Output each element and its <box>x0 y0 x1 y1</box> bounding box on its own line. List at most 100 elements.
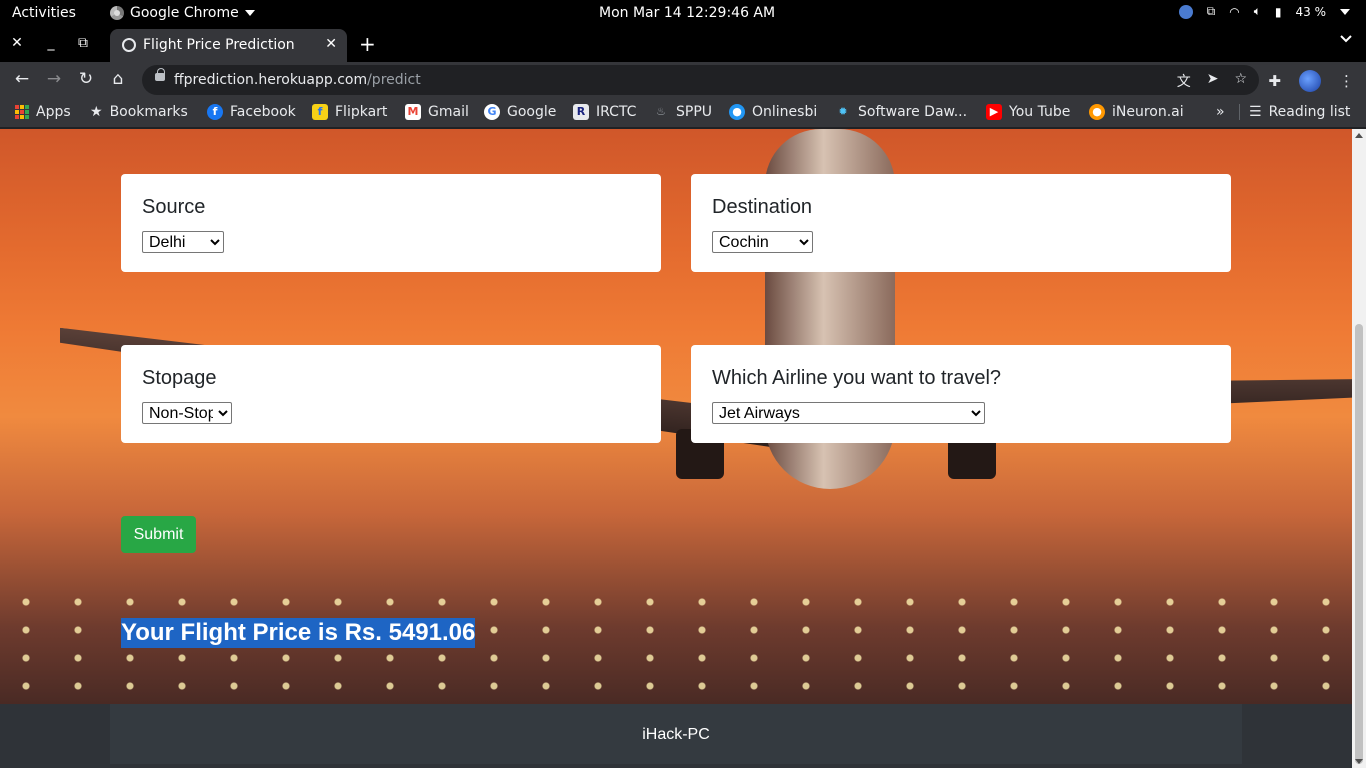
battery-percent: 43 % <box>1295 4 1327 19</box>
system-tray[interactable]: ⧉ ◠ 🔈︎ ▮ 43 % <box>1178 4 1350 19</box>
chrome-icon <box>110 6 124 20</box>
bookmark-label: iNeuron.ai <box>1112 104 1184 120</box>
screenshot-app-icon[interactable] <box>1178 4 1193 19</box>
bookmark-apps[interactable]: Apps <box>15 104 71 120</box>
translate-icon[interactable]: 文 <box>1177 71 1191 91</box>
lock-icon[interactable] <box>155 68 165 81</box>
tab-search-chevron-icon[interactable] <box>1340 33 1352 45</box>
stopage-select[interactable]: Non-Stop <box>142 402 232 424</box>
activities-button[interactable]: Activities <box>12 5 76 21</box>
bookmark-bookmarks[interactable]: ★ Bookmarks <box>90 104 188 120</box>
destination-select[interactable]: Cochin <box>712 231 813 253</box>
page-scrollbar[interactable] <box>1352 129 1366 768</box>
extensions-puzzle-icon[interactable]: ✚ <box>1268 72 1281 90</box>
source-label: Source <box>142 196 206 218</box>
kebab-menu-icon[interactable]: ⋮ <box>1339 72 1354 90</box>
url-text[interactable]: ffprediction.herokuapp.com/predict <box>174 72 421 88</box>
app-name: Google Chrome <box>130 5 239 21</box>
url-host: ffprediction.herokuapp.com <box>174 72 368 88</box>
app-menu[interactable]: Google Chrome <box>110 5 255 21</box>
bookmark-label: Software Daw... <box>858 104 968 120</box>
forward-arrow-icon[interactable]: → <box>43 69 65 89</box>
bookmark-facebook[interactable]: f Facebook <box>207 104 296 120</box>
globe-icon <box>122 38 136 52</box>
facebook-icon: f <box>207 104 223 120</box>
bookmark-label: SPPU <box>676 104 713 120</box>
bookmark-flipkart[interactable]: f Flipkart <box>312 104 387 120</box>
apps-grid-icon <box>15 105 29 119</box>
system-top-bar: Activities Google Chrome Mon Mar 14 12:2… <box>0 0 1366 27</box>
address-bar[interactable]: ffprediction.herokuapp.com/predict 文 ➤ ☆ <box>142 65 1259 95</box>
bookmark-star-icon[interactable]: ☆ <box>1234 71 1247 91</box>
sbi-icon: ● <box>729 104 745 120</box>
bookmark-label: Google <box>507 104 557 120</box>
star-icon: ★ <box>90 104 103 120</box>
browser-toolbar: ← → ↻ ⌂ ffprediction.herokuapp.com/predi… <box>0 62 1366 98</box>
tab-title: Flight Price Prediction <box>143 37 295 53</box>
airline-label: Which Airline you want to travel? <box>712 367 1002 389</box>
reload-icon[interactable]: ↻ <box>75 69 97 89</box>
youtube-icon: ▶ <box>986 104 1002 120</box>
sppu-icon: ♨ <box>656 105 666 118</box>
bookmark-label: Apps <box>36 104 71 120</box>
tab-flight-price-prediction[interactable]: Flight Price Prediction ✕ <box>110 29 347 62</box>
wifi-icon: ◠ <box>1229 4 1240 19</box>
airline-card: Which Airline you want to travel? Jet Ai… <box>691 345 1231 443</box>
irctc-icon: R <box>573 104 589 120</box>
scroll-down-arrow-icon[interactable] <box>1355 759 1363 764</box>
destination-card: Destination Cochin <box>691 174 1231 272</box>
volume-icon: 🔈︎ <box>1253 4 1261 18</box>
page-viewport: Source Delhi Destination Cochin Stopage … <box>0 129 1366 768</box>
bookmark-onlinesbi[interactable]: ● Onlinesbi <box>729 104 817 120</box>
ineuron-icon: ● <box>1089 104 1105 120</box>
submit-button[interactable]: Submit <box>121 516 196 553</box>
bookmark-label: Gmail <box>428 104 469 120</box>
home-icon[interactable]: ⌂ <box>107 69 129 89</box>
window-close-icon[interactable]: ✕ <box>7 35 27 51</box>
bookmark-irctc[interactable]: R IRCTC <box>573 104 636 120</box>
stopage-card: Stopage Non-Stop <box>121 345 661 443</box>
bookmark-label: Onlinesbi <box>752 104 818 120</box>
bookmark-sppu[interactable]: ♨ SPPU <box>653 104 712 120</box>
profile-avatar[interactable] <box>1299 70 1321 92</box>
scrollbar-thumb[interactable] <box>1355 324 1363 764</box>
system-menu-chevron-icon[interactable] <box>1340 8 1350 15</box>
tab-close-icon[interactable]: ✕ <box>325 36 337 52</box>
bookmarks-overflow-chevron-icon[interactable]: » <box>1216 104 1225 120</box>
window-minimize-icon[interactable]: _ <box>41 35 61 51</box>
bookmark-gmail[interactable]: M Gmail <box>405 104 469 120</box>
source-card: Source Delhi <box>121 174 661 272</box>
bookmark-label: Flipkart <box>335 104 388 120</box>
battery-icon: ▮ <box>1274 4 1282 19</box>
scroll-up-arrow-icon[interactable] <box>1355 133 1363 138</box>
software-daw-icon: ✹ <box>838 105 848 118</box>
airline-select[interactable]: Jet Airways <box>712 402 985 424</box>
tab-strip: ✕ _ ⧉ Flight Price Prediction ✕ <box>0 27 1366 62</box>
bookmark-youtube[interactable]: ▶ You Tube <box>986 104 1070 120</box>
flipkart-icon: f <box>312 104 328 120</box>
back-arrow-icon[interactable]: ← <box>11 69 33 89</box>
bookmarks-bar: Apps ★ Bookmarks f Facebook f Flipkart M… <box>0 98 1366 128</box>
reading-list-label: Reading list <box>1268 104 1351 120</box>
destination-label: Destination <box>712 196 813 218</box>
reading-list-icon: ☰ <box>1249 104 1262 120</box>
window-restore-icon[interactable]: ⧉ <box>73 35 93 51</box>
google-icon: G <box>484 104 500 120</box>
url-path: /predict <box>367 72 421 88</box>
new-tab-plus-icon[interactable]: + <box>359 32 376 56</box>
bookmark-label: Bookmarks <box>109 104 188 120</box>
reading-list-button[interactable]: ☰ Reading list <box>1239 104 1350 120</box>
bookmark-software-daw[interactable]: ✹ Software Daw... <box>835 104 967 120</box>
screen-share-icon[interactable]: ⧉ <box>1207 4 1216 19</box>
footer: iHack-PC <box>110 704 1242 764</box>
source-select[interactable]: Delhi <box>142 231 224 253</box>
flight-price-result: Your Flight Price is Rs. 5491.06 <box>121 618 476 648</box>
bookmark-label: You Tube <box>1009 104 1071 120</box>
gmail-icon: M <box>405 104 421 120</box>
overflow-label: » <box>1216 104 1225 120</box>
clock[interactable]: Mon Mar 14 12:29:46 AM <box>599 5 775 21</box>
bookmark-label: Facebook <box>230 104 296 120</box>
bookmark-google[interactable]: G Google <box>484 104 556 120</box>
send-icon[interactable]: ➤ <box>1207 71 1219 91</box>
bookmark-ineuron[interactable]: ● iNeuron.ai <box>1089 104 1184 120</box>
